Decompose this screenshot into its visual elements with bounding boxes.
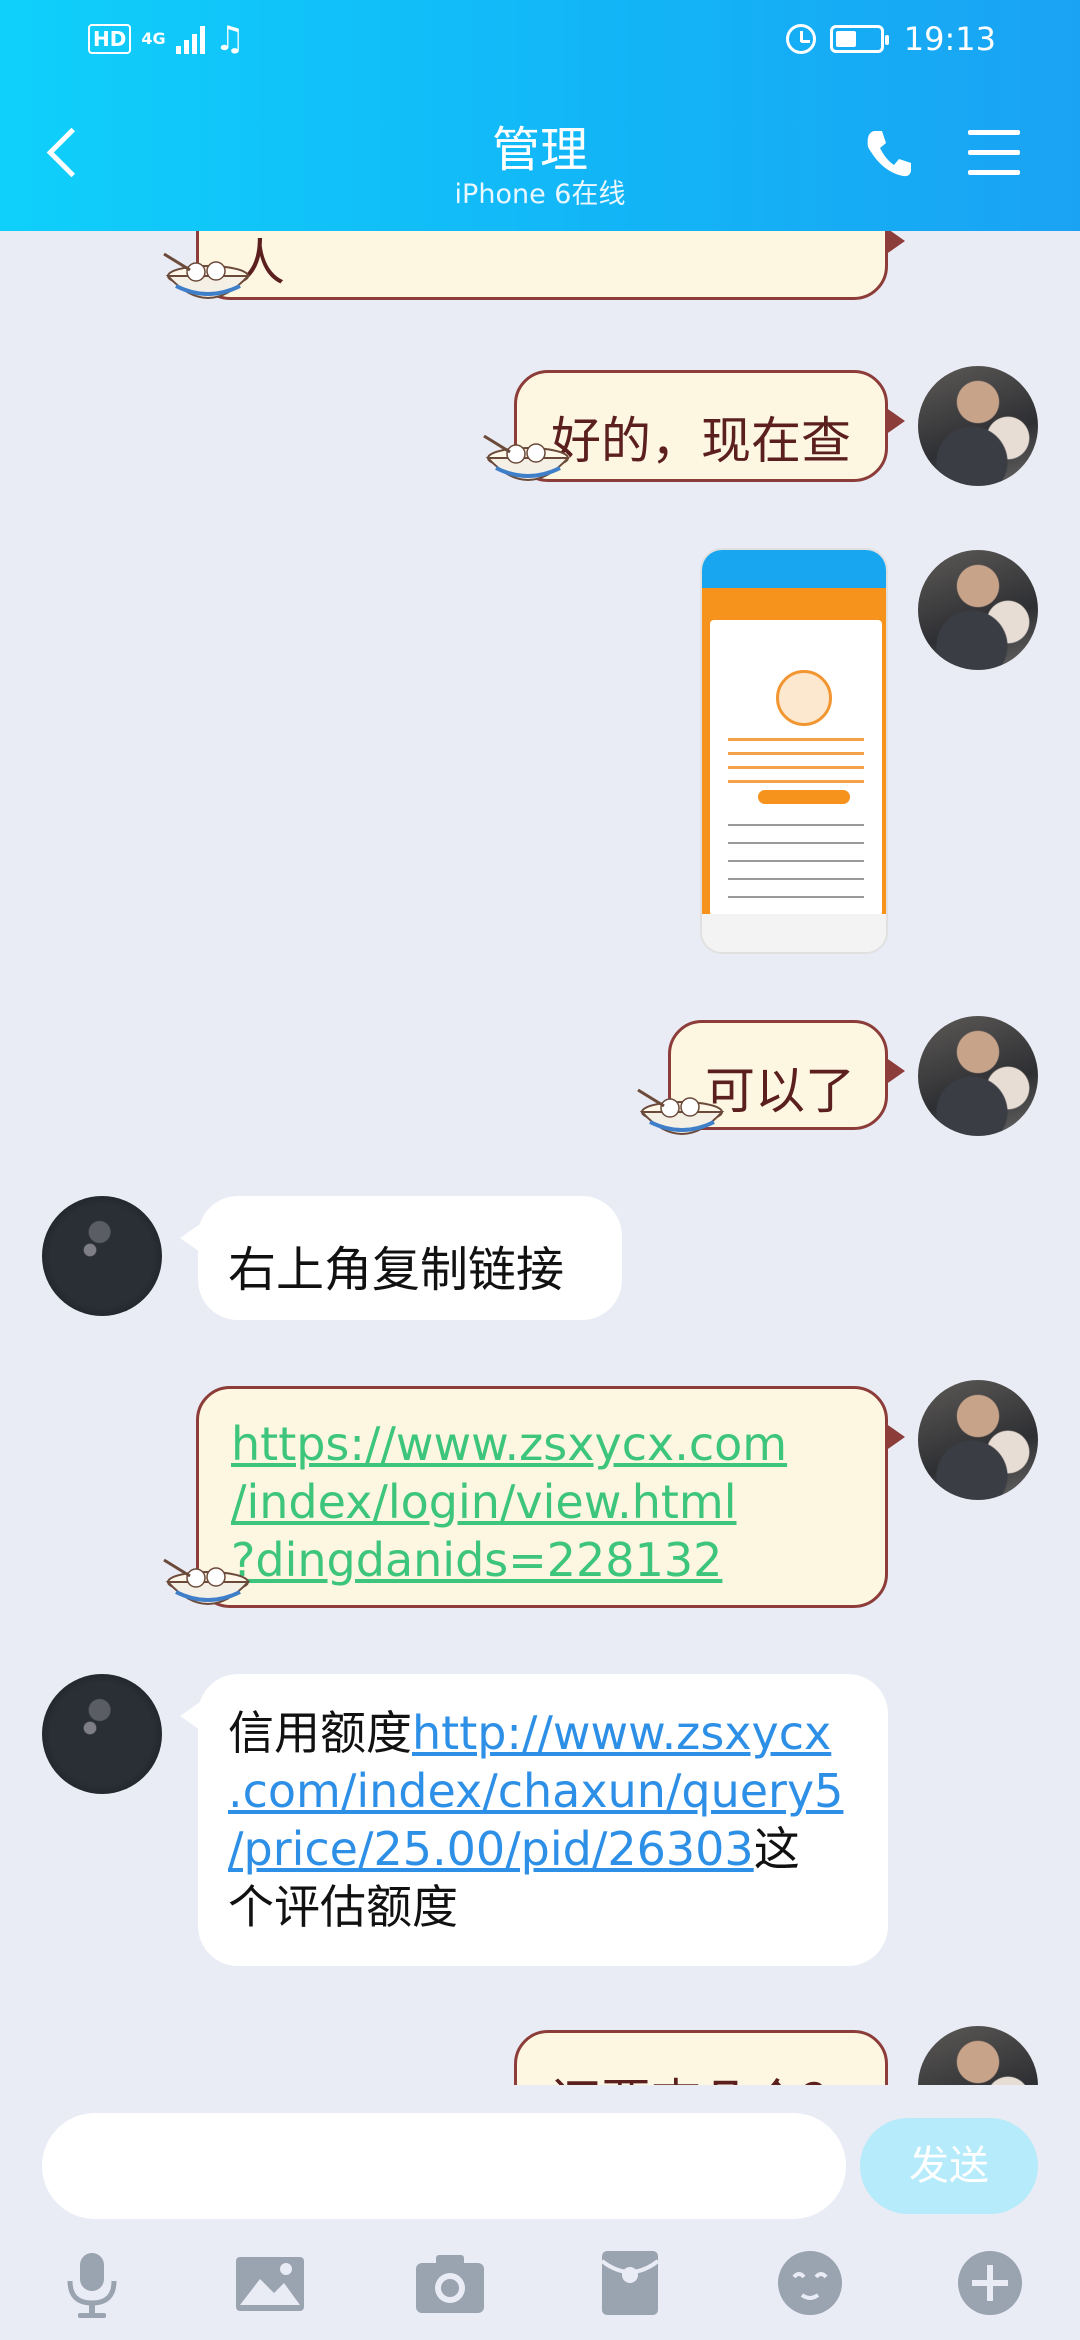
- my-avatar[interactable]: [918, 366, 1038, 486]
- link-line: ?dingdanids=228132: [231, 1533, 723, 1587]
- thumbnail-button: [758, 790, 850, 804]
- mic-icon[interactable]: [52, 2243, 132, 2323]
- network-type: 4G: [141, 29, 166, 48]
- message-text: 还要查几个？: [551, 2063, 851, 2085]
- my-avatar[interactable]: [918, 1016, 1038, 1136]
- thumbnail-footer: [702, 914, 886, 952]
- image-icon[interactable]: [230, 2243, 310, 2323]
- input-bar: 发送: [0, 2085, 1080, 2340]
- chat-area[interactable]: 人 好的，现在查 可以了 右上角复制链接 https://www.zsxycx.…: [0, 0, 1080, 2085]
- contact-avatar[interactable]: [42, 1674, 162, 1794]
- red-packet-icon[interactable]: [590, 2243, 670, 2323]
- hd-voice-badge: HD: [88, 24, 132, 54]
- thumbnail-card: [710, 620, 882, 916]
- thumbnail-line: [728, 766, 864, 769]
- link-line: https://www.zsxycx.com: [231, 1417, 788, 1471]
- online-status: iPhone 6在线: [454, 179, 626, 210]
- thumbnail-line: [728, 752, 864, 755]
- my-avatar[interactable]: [918, 2026, 1038, 2085]
- message-link[interactable]: http://www.zsxycx: [412, 1706, 831, 1760]
- battery-icon: [829, 25, 889, 53]
- bowl-sticker-icon: [163, 252, 251, 299]
- chat-title: 管理: [491, 122, 588, 178]
- menu-icon[interactable]: [968, 130, 1020, 176]
- thumbnail-line: [728, 738, 864, 741]
- message-bubble-contact[interactable]: 信用额度http://www.zsxycx .com/index/chaxun/…: [180, 1674, 888, 1966]
- my-avatar[interactable]: [918, 1380, 1038, 1500]
- link-line: /index/login/view.html: [231, 1475, 737, 1529]
- bowl-sticker-icon: [483, 434, 571, 481]
- bowl-sticker-icon: [637, 1088, 725, 1135]
- message-bubble-contact[interactable]: 右上角复制链接: [180, 1196, 622, 1320]
- signal-icon: [175, 24, 205, 54]
- message-text: 信用额度: [228, 1706, 412, 1760]
- send-button[interactable]: 发送: [860, 2118, 1038, 2214]
- message-text: 好的，现在查: [551, 412, 851, 470]
- alarm-icon: [785, 24, 816, 54]
- emoji-icon[interactable]: [770, 2243, 850, 2323]
- plus-icon[interactable]: [950, 2243, 1030, 2323]
- phone-icon[interactable]: [860, 125, 916, 181]
- message-link[interactable]: .com/index/chaxun/query5: [228, 1764, 843, 1818]
- music-note-icon: ♫: [214, 19, 246, 59]
- thumbnail-face-icon: [776, 670, 832, 726]
- message-link[interactable]: https://www.zsxycx.com /index/login/view…: [231, 1415, 787, 1589]
- screenshot-image-message[interactable]: [700, 548, 888, 954]
- message-link[interactable]: /price/25.00/pid/26303: [228, 1822, 754, 1876]
- message-text: 这: [753, 1822, 800, 1876]
- thumbnail-titlebar: [702, 550, 886, 588]
- thumbnail-line: [728, 824, 864, 826]
- thumbnail-line: [728, 842, 864, 844]
- message-text: 个评估额度: [228, 1880, 458, 1934]
- status-time: 19:13: [903, 20, 996, 58]
- contact-avatar[interactable]: [42, 1196, 162, 1316]
- message-text: 右上角复制链接: [228, 1242, 565, 1298]
- message-input[interactable]: [42, 2113, 846, 2219]
- thumbnail-line: [728, 860, 864, 862]
- thumbnail-line: [728, 878, 864, 880]
- message-bubble-mine[interactable]: https://www.zsxycx.com /index/login/view…: [196, 1386, 905, 1608]
- app-header: HD 4G ♫ 19:13 管理 iPhone 6在线: [0, 0, 1080, 231]
- my-avatar[interactable]: [918, 550, 1038, 670]
- message-bubble-mine[interactable]: 还要查几个？: [514, 2030, 888, 2085]
- bowl-sticker-icon: [163, 1558, 251, 1605]
- camera-icon[interactable]: [410, 2243, 490, 2323]
- status-bar: HD 4G ♫ 19:13: [0, 18, 1080, 68]
- thumbnail-line: [728, 780, 864, 783]
- thumbnail-line: [728, 896, 864, 898]
